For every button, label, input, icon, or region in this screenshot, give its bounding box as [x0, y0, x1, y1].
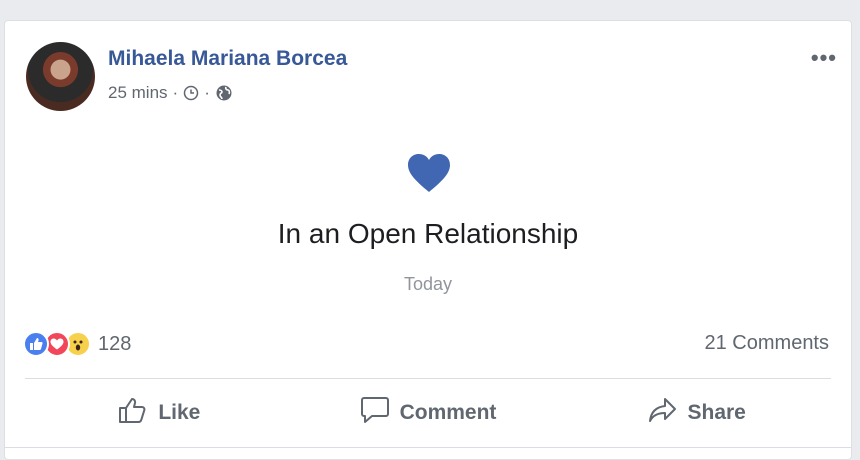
globe-icon	[215, 84, 233, 102]
reaction-count: 128	[98, 332, 132, 355]
action-bar: Like Comment Share	[25, 391, 831, 435]
comments-count-link[interactable]: 21 Comments	[705, 332, 830, 355]
post-meta: 25 mins · ·	[108, 83, 233, 103]
life-event-title: In an Open Relationship	[277, 218, 579, 249]
share-arrow-icon	[647, 396, 677, 430]
divider	[25, 378, 831, 379]
like-label: Like	[158, 401, 201, 424]
more-options-button[interactable]: •••	[811, 45, 837, 71]
share-button[interactable]: Share	[562, 391, 831, 435]
like-button[interactable]: Like	[25, 391, 294, 435]
heart-icon	[407, 153, 451, 193]
comment-button[interactable]: Comment	[294, 391, 563, 435]
comment-label: Comment	[399, 401, 497, 424]
post-card: Mihaela Mariana Borcea 25 mins · · ••• I…	[4, 20, 852, 460]
reactions-summary[interactable]: 128	[23, 331, 131, 357]
post-time[interactable]: 25 mins	[108, 83, 168, 103]
meta-separator: ·	[172, 83, 179, 102]
avatar[interactable]	[26, 42, 95, 111]
bottom-divider	[5, 447, 851, 448]
clock-icon	[183, 85, 199, 101]
thumbs-up-icon	[118, 396, 148, 430]
author-name[interactable]: Mihaela Mariana Borcea	[108, 47, 347, 71]
comment-icon	[360, 396, 390, 430]
life-event-date: Today	[403, 274, 453, 294]
meta-separator-2: ·	[204, 83, 210, 102]
share-label: Share	[687, 401, 746, 424]
like-reaction-icon	[23, 331, 49, 357]
